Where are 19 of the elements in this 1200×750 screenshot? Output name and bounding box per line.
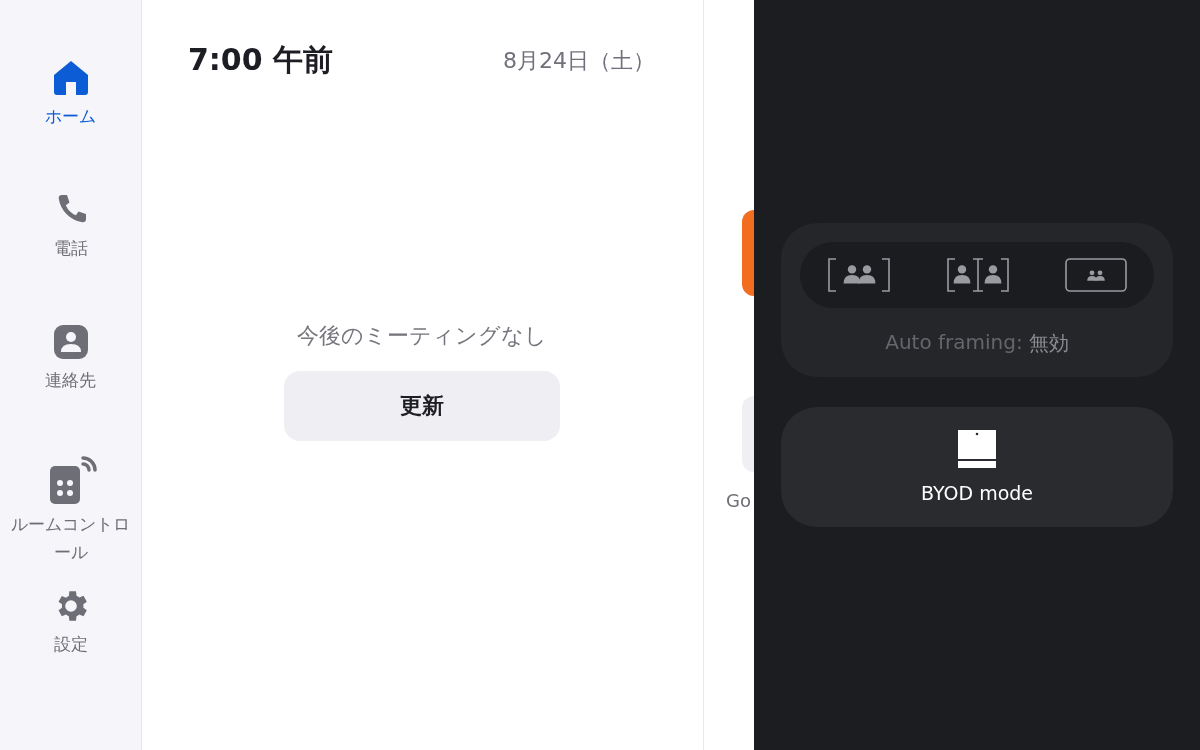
group-framing-icon[interactable] xyxy=(827,257,892,293)
framing-label: Auto framing: xyxy=(885,330,1023,356)
no-meetings-text: 今後のミーティングなし xyxy=(296,322,547,350)
clock-time: 7:00 午前 xyxy=(188,41,334,79)
sidebar-item[interactable]: 電話 xyxy=(8,190,133,322)
framing-status: 無効 xyxy=(1028,330,1069,357)
byod-mode-button[interactable]: BYOD mode xyxy=(781,407,1173,527)
app-tile[interactable] xyxy=(742,210,754,296)
tile-label: Go xyxy=(725,490,751,511)
sidebar-item[interactable]: 設定 xyxy=(8,586,133,718)
app-tile[interactable] xyxy=(742,396,754,472)
sidebar-item[interactable]: ホーム xyxy=(8,58,133,190)
sidebar-item[interactable]: ルームコントロール xyxy=(8,454,133,586)
date-text: 8月24日（土） xyxy=(503,46,655,75)
refresh-button[interactable]: 更新 xyxy=(283,371,560,441)
speaker-framing-icon[interactable] xyxy=(946,257,1010,293)
display-icon xyxy=(957,430,997,468)
framing-off-icon[interactable] xyxy=(1064,258,1127,292)
sidebar-item[interactable]: 連絡先 xyxy=(8,322,133,454)
